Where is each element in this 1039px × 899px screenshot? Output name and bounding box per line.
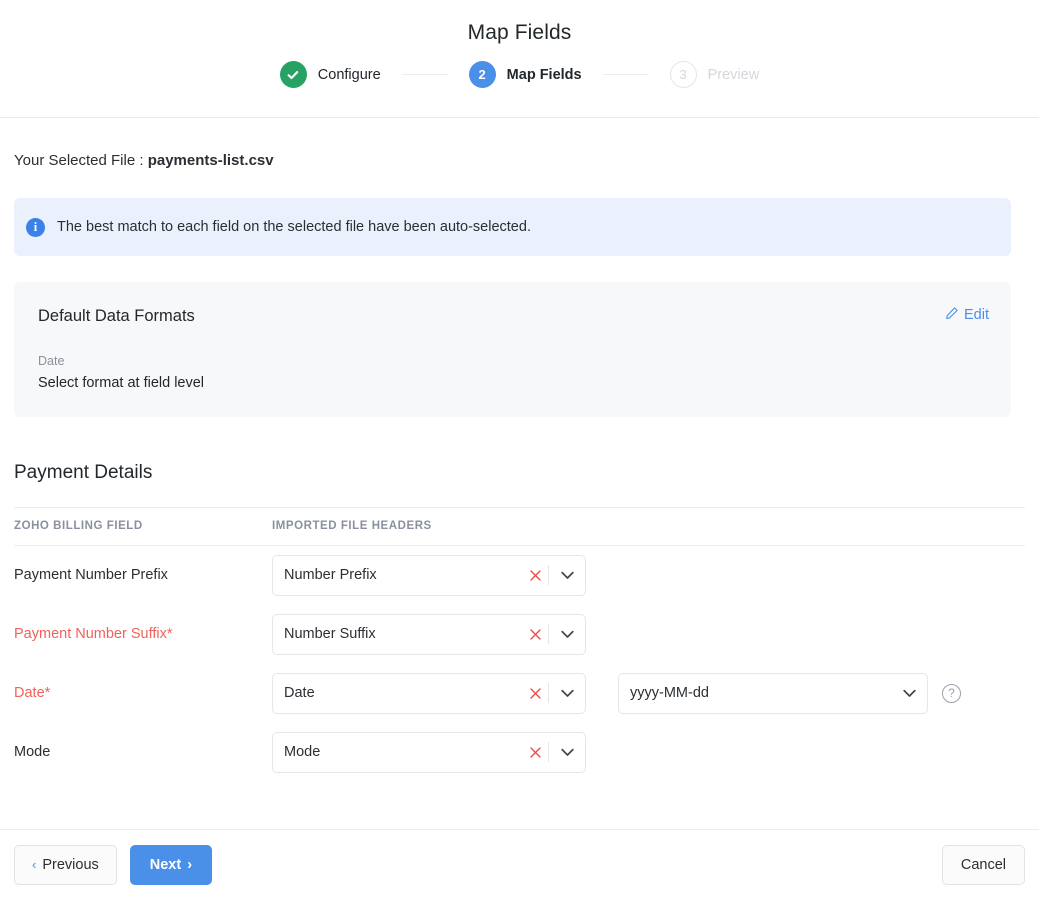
- date-format-select[interactable]: yyyy-MM-dd: [618, 673, 928, 714]
- row-extra-cell: yyyy-MM-dd ?: [618, 664, 1025, 723]
- chevron-down-icon[interactable]: [549, 748, 585, 757]
- chevron-down-icon[interactable]: [891, 689, 927, 698]
- selected-file-prefix: Your Selected File :: [14, 152, 148, 169]
- default-date-format-value: Select format at field level: [38, 375, 987, 391]
- header-select-value: Mode: [284, 744, 522, 760]
- map-fields-page: Map Fields Configure 2 Map Fields 3 Prev…: [0, 0, 1039, 899]
- header-select-value: Number Prefix: [284, 567, 522, 583]
- row-field-cell: Payment Number Prefix: [14, 546, 272, 605]
- step-badge-2: 2: [469, 61, 496, 88]
- close-x-icon[interactable]: [522, 688, 548, 699]
- table-row: Mode Mode: [14, 723, 1025, 782]
- table-header-row: ZOHO BILLING FIELD IMPORTED FILE HEADERS: [14, 508, 1025, 546]
- chevron-left-icon: ‹: [32, 857, 36, 872]
- step-label-configure: Configure: [318, 67, 381, 83]
- edit-formats-label: Edit: [964, 307, 989, 323]
- next-button[interactable]: Next ›: [130, 845, 212, 885]
- selected-file-name: payments-list.csv: [148, 152, 274, 169]
- step-label-preview: Preview: [708, 67, 760, 83]
- pencil-icon: [945, 306, 959, 324]
- close-x-icon[interactable]: [522, 629, 548, 640]
- field-label-mode: Mode: [14, 744, 50, 760]
- page-title: Map Fields: [0, 0, 1039, 45]
- row-header-cell: Mode: [272, 723, 618, 782]
- selected-file: Your Selected File : payments-list.csv: [14, 118, 1025, 169]
- row-header-cell: Number Prefix: [272, 546, 618, 605]
- row-header-cell: Date: [272, 664, 618, 723]
- step-badge-3: 3: [670, 61, 697, 88]
- section-title-payment-details: Payment Details: [14, 462, 1025, 484]
- next-button-label: Next: [150, 857, 181, 873]
- info-icon: i: [26, 218, 45, 237]
- row-field-cell: Mode: [14, 723, 272, 782]
- column-header-zoho-field: ZOHO BILLING FIELD: [14, 508, 272, 546]
- default-date-format-label: Date: [38, 354, 987, 368]
- column-header-extra: [618, 508, 1025, 546]
- cancel-button-label: Cancel: [961, 857, 1006, 873]
- close-x-icon[interactable]: [522, 570, 548, 581]
- field-label-payment-number-suffix: Payment Number Suffix*: [14, 626, 173, 642]
- header-select-date[interactable]: Date: [272, 673, 586, 714]
- header-select-payment-number-prefix[interactable]: Number Prefix: [272, 555, 586, 596]
- table-row: Date* Date: [14, 664, 1025, 723]
- header-select-mode[interactable]: Mode: [272, 732, 586, 773]
- date-format-value: yyyy-MM-dd: [630, 685, 891, 701]
- table-body: Payment Number Prefix Number Prefix: [14, 546, 1025, 782]
- step-label-map-fields: Map Fields: [507, 67, 582, 83]
- chevron-down-icon[interactable]: [549, 571, 585, 580]
- step-connector-1: [402, 74, 448, 75]
- field-mapping-table: ZOHO BILLING FIELD IMPORTED FILE HEADERS…: [14, 507, 1025, 782]
- info-banner-text: The best match to each field on the sele…: [57, 219, 531, 235]
- table-row: Payment Number Suffix* Number Suffix: [14, 605, 1025, 664]
- content-scroll-area[interactable]: Your Selected File : payments-list.csv i…: [0, 118, 1039, 829]
- wizard-header: Map Fields Configure 2 Map Fields 3 Prev…: [0, 0, 1039, 118]
- check-icon: [280, 61, 307, 88]
- row-extra-cell: [618, 605, 1025, 664]
- field-label-date: Date*: [14, 685, 50, 701]
- chevron-down-icon[interactable]: [549, 689, 585, 698]
- default-data-formats-title: Default Data Formats: [38, 307, 987, 326]
- edit-formats-button[interactable]: Edit: [945, 306, 989, 324]
- close-x-icon[interactable]: [522, 747, 548, 758]
- row-extra-cell: [618, 723, 1025, 782]
- required-marker: *: [45, 685, 51, 701]
- chevron-down-icon[interactable]: [549, 630, 585, 639]
- row-header-cell: Number Suffix: [272, 605, 618, 664]
- column-header-imported-headers: IMPORTED FILE HEADERS: [272, 508, 618, 546]
- field-label-payment-number-prefix: Payment Number Prefix: [14, 567, 168, 583]
- wizard-steps: Configure 2 Map Fields 3 Preview: [0, 61, 1039, 88]
- table-row: Payment Number Prefix Number Prefix: [14, 546, 1025, 605]
- chevron-right-icon: ›: [187, 857, 192, 873]
- step-preview[interactable]: 3 Preview: [670, 61, 760, 88]
- previous-button-label: Previous: [42, 857, 98, 873]
- header-select-payment-number-suffix[interactable]: Number Suffix: [272, 614, 586, 655]
- date-format-group: yyyy-MM-dd ?: [618, 673, 1025, 714]
- required-marker: *: [167, 626, 173, 642]
- default-data-formats-card: Default Data Formats Edit Date Select fo…: [14, 282, 1011, 417]
- step-connector-2: [603, 74, 649, 75]
- step-configure[interactable]: Configure: [280, 61, 381, 88]
- table-head: ZOHO BILLING FIELD IMPORTED FILE HEADERS: [14, 508, 1025, 546]
- header-select-value: Date: [284, 685, 522, 701]
- wizard-footer: ‹ Previous Next › Cancel: [0, 829, 1039, 899]
- row-field-cell: Payment Number Suffix*: [14, 605, 272, 664]
- info-banner: i The best match to each field on the se…: [14, 198, 1011, 256]
- question-mark-icon[interactable]: ?: [942, 684, 961, 703]
- row-extra-cell: [618, 546, 1025, 605]
- previous-button[interactable]: ‹ Previous: [14, 845, 117, 885]
- row-field-cell: Date*: [14, 664, 272, 723]
- header-select-value: Number Suffix: [284, 626, 522, 642]
- step-map-fields[interactable]: 2 Map Fields: [469, 61, 582, 88]
- cancel-button[interactable]: Cancel: [942, 845, 1025, 885]
